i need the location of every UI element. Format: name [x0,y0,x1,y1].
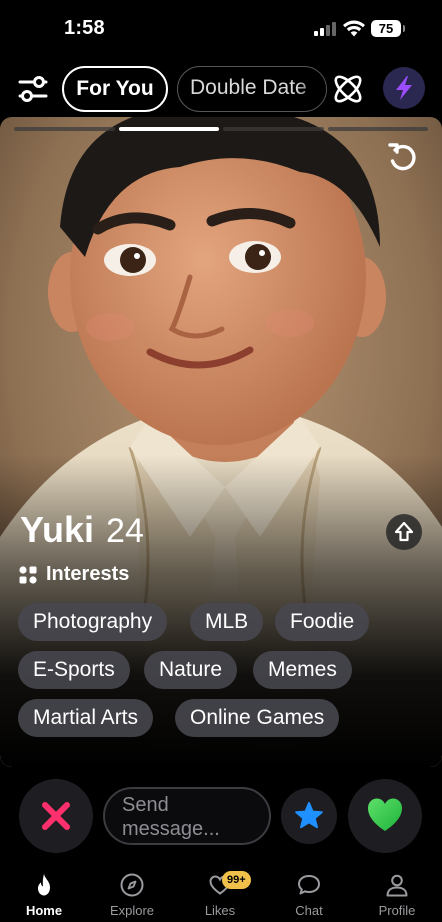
nope-button[interactable] [19,779,93,853]
tab-double-date[interactable]: Double Date [177,66,327,112]
profile-name: Yuki [20,509,95,550]
status-bar: 1:58 75 [0,0,442,58]
profile-age: 24 [106,512,144,550]
tab-explore[interactable]: Explore [96,862,168,922]
interest-chip: Online Games [175,699,340,737]
photo-progress-bar [14,127,428,131]
interests-heading: Interests [18,563,129,586]
interest-chip: Memes [253,651,352,689]
status-time: 1:58 [64,17,105,39]
profile-card[interactable]: Yuki 24 Interests Photography MLB Foodie… [0,117,442,767]
tab-profile[interactable]: Profile [361,862,433,922]
boost-button[interactable] [383,67,425,109]
interest-chip: MLB [190,603,264,641]
photo-indicator [327,127,428,131]
tab-chat-label: Chat [295,903,323,918]
compass-icon [120,873,144,897]
super-like-button[interactable] [281,788,337,844]
chat-bubble-icon [298,875,320,895]
tab-likes[interactable]: 99+ Likes [184,862,256,922]
arrow-up-icon [394,521,414,542]
lightning-bolt-icon [396,76,412,100]
cellular-signal-icon [314,22,338,36]
battery-indicator: 75 [371,20,405,37]
action-bar: Send message... [0,778,442,854]
tab-for-you[interactable]: For You [62,66,168,112]
interest-chip: Nature [144,651,238,689]
rewind-icon[interactable] [386,141,420,175]
open-profile-button[interactable] [386,514,422,550]
tab-explore-label: Explore [109,903,155,918]
interest-chip: E-Sports [18,651,130,689]
interest-chip: Foodie [275,603,370,641]
interests-label: Interests [46,563,130,585]
photo-indicator-active [118,127,219,131]
interests-grid-icon [19,565,37,584]
top-navigation: For You Double Date [0,62,442,114]
star-icon [295,802,323,829]
tab-likes-label: Likes [204,903,236,918]
interest-chip: Photography [18,603,168,641]
bottom-tab-bar: Home Explore 99+ Likes Chat Profile [0,862,442,922]
tab-profile-label: Profile [378,903,416,918]
like-button[interactable] [348,779,422,853]
x-icon [42,802,70,830]
photo-indicator [223,127,324,131]
tab-home[interactable]: Home [8,862,80,922]
interest-chip: Martial Arts [18,699,154,737]
tab-chat[interactable]: Chat [273,862,345,922]
sliders-icon[interactable] [14,70,52,108]
atom-icon[interactable] [329,70,367,108]
heart-icon [368,798,402,831]
likes-count-badge: 99+ [222,871,251,889]
flame-icon [38,874,50,896]
send-message-input[interactable]: Send message... [103,787,271,845]
tab-home-label: Home [25,903,63,918]
person-icon [386,874,408,897]
wifi-icon [343,20,365,37]
profile-header: Yuki 24 [20,509,144,553]
photo-indicator [14,127,115,131]
